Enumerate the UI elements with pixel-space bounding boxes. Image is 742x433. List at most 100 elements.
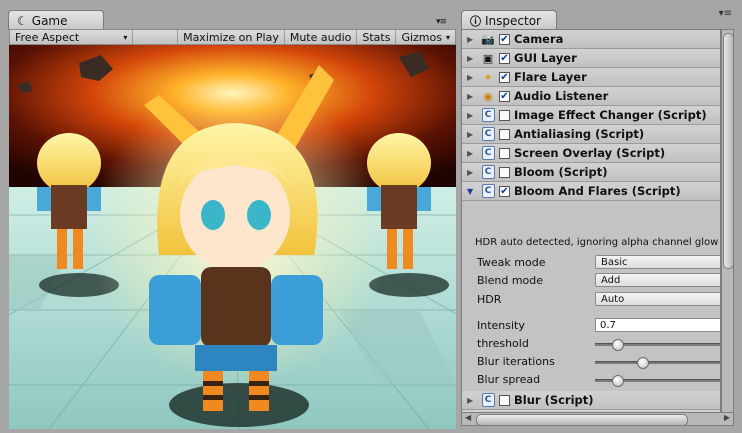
- hdr-dropdown[interactable]: Auto: [595, 292, 720, 306]
- blur-iterations-slider-thumb[interactable]: [636, 357, 649, 369]
- component-row[interactable]: ▼ C ✔ Bloom And Flares (Script): [462, 182, 720, 201]
- game-viewport[interactable]: [9, 45, 456, 429]
- game-panel: ☾ Game ▾≡ Free Aspect ▾ Maximize on Play…: [0, 0, 459, 433]
- blur-spread-slider[interactable]: [595, 375, 720, 387]
- script-icon: C: [480, 393, 496, 407]
- enabled-checkbox[interactable]: ✔: [499, 71, 510, 83]
- enabled-checkbox[interactable]: [499, 166, 510, 178]
- inspector-tab-title: Inspector: [485, 13, 541, 28]
- horizontal-scroll-thumb[interactable]: [476, 414, 688, 426]
- component-name: Audio Listener: [514, 89, 609, 103]
- aspect-value: Free Aspect: [15, 30, 80, 44]
- script-icon: C: [480, 184, 496, 198]
- blend-mode-dropdown[interactable]: Add: [595, 273, 720, 287]
- stats-button[interactable]: Stats: [357, 30, 397, 44]
- inspector-body: ▶ 📷 ✔ Camera ▶ ▣ ✔ GUI Layer ▶ ✦ ✔ Flare Layer ▶ ◉ ✔ Au…: [461, 29, 721, 413]
- component-row[interactable]: ▶ ▣ ✔ GUI Layer: [462, 49, 720, 68]
- mute-audio-button[interactable]: Mute audio: [285, 30, 358, 44]
- enabled-checkbox[interactable]: [499, 394, 510, 406]
- threshold-slider[interactable]: [595, 339, 720, 351]
- camera-icon: 📷: [481, 32, 495, 46]
- game-toolbar: Free Aspect ▾ Maximize on Play Mute audi…: [9, 29, 456, 45]
- panel-menu-icon[interactable]: ▾≡: [436, 17, 447, 27]
- script-icon-glyph: C: [481, 393, 495, 407]
- blur-iterations-label: Blur iterations: [477, 355, 555, 368]
- enabled-checkbox[interactable]: ✔: [499, 185, 510, 197]
- blur-iterations-slider[interactable]: [595, 357, 720, 369]
- gizmos-label: Gizmos: [401, 30, 442, 44]
- bloom-and-flares-settings: HDR auto detected, ignoring alpha channe…: [462, 231, 720, 391]
- script-icon-glyph: C: [481, 127, 495, 141]
- enabled-checkbox[interactable]: [499, 109, 510, 121]
- component-row[interactable]: ▶ ◉ ✔ Audio Listener: [462, 87, 720, 106]
- expand-arrow-icon[interactable]: ▶: [467, 149, 477, 158]
- inspector-horizontal-scrollbar[interactable]: ◀ ▶: [461, 412, 734, 426]
- component-name: Blur (Script): [514, 393, 594, 407]
- collapse-arrow-icon[interactable]: ▼: [467, 187, 477, 196]
- intensity-field[interactable]: 0.7: [595, 318, 720, 332]
- script-icon-glyph: C: [481, 108, 495, 122]
- component-row[interactable]: ▶ C Screen Overlay (Script): [462, 144, 720, 163]
- enabled-checkbox[interactable]: ✔: [499, 33, 510, 45]
- chevron-down-icon: ▾: [123, 32, 128, 42]
- component-name: Camera: [514, 32, 564, 46]
- aspect-dropdown[interactable]: Free Aspect ▾: [10, 30, 134, 44]
- gui-layer-icon: ▣: [482, 51, 494, 65]
- expand-arrow-icon[interactable]: ▶: [467, 73, 477, 82]
- component-name: Image Effect Changer (Script): [514, 108, 707, 122]
- component-name: Screen Overlay (Script): [514, 146, 666, 160]
- game-icon: ☾: [17, 13, 28, 28]
- scroll-left-icon[interactable]: ◀: [465, 413, 471, 422]
- script-icon: C: [480, 108, 496, 122]
- tweak-mode-dropdown[interactable]: Basic: [595, 255, 720, 269]
- chevron-down-icon: ▾: [445, 32, 450, 42]
- toolbar-spacer: [133, 30, 179, 44]
- hdr-note: HDR auto detected, ignoring alpha channe…: [475, 237, 719, 248]
- flare-layer-icon: ✦: [483, 70, 493, 84]
- component-row[interactable]: ▶ C Bloom (Script): [462, 163, 720, 182]
- script-icon: C: [480, 127, 496, 141]
- expand-arrow-icon[interactable]: ▶: [467, 111, 477, 120]
- intensity-label: Intensity: [477, 319, 525, 332]
- component-row[interactable]: ▶ 📷 ✔ Camera: [462, 30, 720, 49]
- component-row[interactable]: ▶ C Image Effect Changer (Script): [462, 106, 720, 125]
- gizmos-button[interactable]: Gizmos ▾: [396, 30, 455, 44]
- component-row[interactable]: ▶ C Blur (Script): [462, 391, 720, 410]
- script-icon: C: [480, 146, 496, 160]
- expand-arrow-icon[interactable]: ▶: [467, 54, 477, 63]
- component-row[interactable]: ▶ C Antialiasing (Script): [462, 125, 720, 144]
- vertical-scroll-thumb[interactable]: [723, 33, 734, 269]
- enabled-checkbox[interactable]: ✔: [499, 52, 510, 64]
- threshold-label: threshold: [477, 337, 529, 350]
- script-icon-glyph: C: [481, 184, 495, 198]
- component-name: GUI Layer: [514, 51, 577, 65]
- blur-spread-slider-thumb[interactable]: [612, 375, 625, 387]
- game-tab-title: Game: [31, 13, 68, 28]
- game-scene-render: [9, 45, 456, 429]
- expand-arrow-icon[interactable]: ▶: [467, 92, 477, 101]
- inspector-vertical-scrollbar[interactable]: [721, 29, 734, 413]
- enabled-checkbox[interactable]: [499, 128, 510, 140]
- script-icon-glyph: C: [481, 165, 495, 179]
- maximize-on-play-button[interactable]: Maximize on Play: [178, 30, 285, 44]
- component-name: Antialiasing (Script): [514, 127, 645, 141]
- game-tab[interactable]: ☾ Game: [8, 10, 104, 30]
- info-icon: ⓘ: [470, 14, 481, 28]
- component-name: Flare Layer: [514, 70, 587, 84]
- component-name: Bloom (Script): [514, 165, 608, 179]
- blur-spread-label: Blur spread: [477, 373, 541, 386]
- window-controls-icon[interactable]: ▾≡: [719, 8, 732, 19]
- threshold-slider-thumb[interactable]: [612, 339, 625, 351]
- expand-arrow-icon[interactable]: ▶: [467, 396, 477, 405]
- expand-arrow-icon[interactable]: ▶: [467, 35, 477, 44]
- enabled-checkbox[interactable]: ✔: [499, 90, 510, 102]
- component-name: Bloom And Flares (Script): [514, 184, 681, 198]
- inspector-tab[interactable]: ⓘ Inspector: [461, 10, 557, 30]
- script-icon: C: [480, 165, 496, 179]
- expand-arrow-icon[interactable]: ▶: [467, 168, 477, 177]
- component-row[interactable]: ▶ ✦ ✔ Flare Layer: [462, 68, 720, 87]
- expand-arrow-icon[interactable]: ▶: [467, 130, 477, 139]
- enabled-checkbox[interactable]: [499, 147, 510, 159]
- scroll-right-icon[interactable]: ▶: [724, 413, 730, 422]
- hdr-label: HDR: [477, 293, 502, 306]
